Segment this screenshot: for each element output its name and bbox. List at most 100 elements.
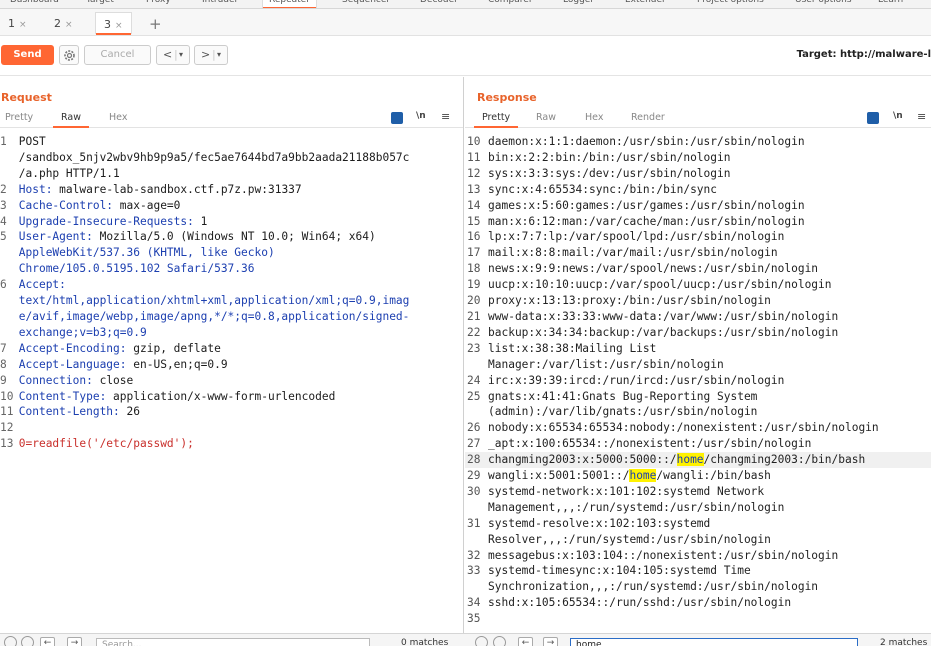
line-number: 2 — [0, 182, 7, 196]
request-title: Request — [1, 91, 52, 104]
line-number: 22 — [467, 325, 481, 339]
line-text: uucp:x:10:10:uucp:/var/spool/uucp:/usr/s… — [488, 278, 832, 292]
line-number: 3 — [0, 198, 7, 212]
actions-icon[interactable] — [867, 112, 879, 124]
request-line: 3 Cache-Control: max-age=0 — [0, 198, 409, 214]
response-search-input[interactable]: home — [570, 638, 858, 646]
tool-tab-comparer[interactable]: Comparer — [482, 0, 539, 8]
response-line: 12 sys:x:3:3:sys:/dev:/usr/sbin/nologin — [465, 166, 931, 182]
header-name: Accept: — [18, 278, 66, 292]
line-text: systemd-timesync:x:104:105:systemd Time — [488, 564, 751, 578]
request-tab-1[interactable]: 1 × — [0, 12, 35, 34]
target-label[interactable]: Target: http://malware-l — [797, 49, 931, 60]
line-text: Manager:/var/list:/usr/sbin/nologin — [488, 357, 724, 371]
line-text: systemd-resolve:x:102:103:systemd — [488, 516, 711, 530]
request-line: exchange;v=b3;q=0.9 — [0, 325, 409, 341]
newline-icon[interactable]: \n — [893, 111, 903, 121]
tab-hex[interactable]: Hex — [109, 112, 127, 123]
close-icon[interactable]: × — [65, 20, 73, 30]
response-line: Resolver,,,:/run/systemd:/usr/sbin/nolog… — [465, 532, 931, 548]
arrow-right-icon[interactable]: → — [67, 637, 82, 646]
newline-icon[interactable]: \n — [416, 111, 426, 121]
send-button[interactable]: Send — [1, 45, 54, 65]
tool-tab-target[interactable]: Target — [80, 0, 120, 8]
line-text: man:x:6:12:man:/var/cache/man:/usr/sbin/… — [488, 214, 805, 228]
tool-tab-user-options[interactable]: User options — [789, 0, 858, 8]
response-line: 27 _apt:x:100:65534::/nonexistent:/usr/sb… — [465, 436, 931, 452]
chevron-down-icon[interactable]: ▾ — [217, 50, 221, 59]
tab-pretty[interactable]: Pretty — [473, 112, 519, 128]
request-line: Chrome/105.0.5195.102 Safari/537.36 — [0, 261, 409, 277]
back-button[interactable]: < | ▾ — [156, 45, 190, 65]
divider: | — [174, 48, 178, 61]
forward-button[interactable]: > | ▾ — [194, 45, 228, 65]
response-line: 29 wangli:x:5001:5001::/home/wangli:/bin/… — [465, 468, 931, 484]
tab-pretty[interactable]: Pretty — [5, 112, 33, 123]
tab-raw[interactable]: Raw — [53, 112, 89, 128]
tab-label: 2 — [54, 17, 61, 30]
tool-tab-proxy[interactable]: Proxy — [140, 0, 177, 8]
line-number: 11 — [467, 150, 481, 164]
line-text: /wangli:/bin/bash — [656, 469, 771, 483]
tool-tab-project-options[interactable]: Project options — [691, 0, 770, 8]
line-number: 12 — [467, 166, 481, 180]
tool-tab-decoder[interactable]: Decoder — [414, 0, 464, 8]
tool-tab-repeater[interactable]: Repeater — [262, 0, 317, 8]
line-number: 24 — [467, 373, 481, 387]
chevron-down-icon[interactable]: ▾ — [179, 50, 183, 59]
tool-tab-learn[interactable]: Learn — [872, 0, 909, 8]
settings-icon[interactable] — [21, 636, 34, 646]
header-name: Connection: — [18, 373, 93, 387]
settings-icon[interactable] — [493, 636, 506, 646]
line-text: www-data:x:33:33:www-data:/var/www:/usr/… — [488, 309, 839, 323]
tool-tab-logger[interactable]: Logger — [557, 0, 600, 8]
settings-button[interactable] — [59, 45, 79, 65]
request-line: 8 Accept-Language: en-US,en;q=0.9 — [0, 357, 409, 373]
request-line: e/avif,image/webp,image/apng,*/*;q=0.8,a… — [0, 309, 410, 325]
header-value: gzip, deflate — [126, 341, 221, 355]
response-line: 15 man:x:6:12:man:/var/cache/man:/usr/sbi… — [465, 214, 931, 230]
menu-icon[interactable]: ≡ — [441, 110, 450, 123]
arrow-right-icon[interactable]: → — [543, 637, 558, 646]
response-line: 31 systemd-resolve:x:102:103:systemd — [465, 516, 931, 532]
help-icon[interactable] — [475, 636, 488, 646]
tool-tabs: Dashboard Target Proxy Intruder Repeater Sequ… — [0, 0, 931, 9]
response-line: 35 — [465, 611, 931, 627]
line-text: mail:x:8:8:mail:/var/mail:/usr/sbin/nolo… — [488, 246, 778, 260]
tool-tab-extender[interactable]: Extender — [619, 0, 672, 8]
actions-icon[interactable] — [391, 112, 403, 124]
tab-render[interactable]: Render — [631, 112, 665, 123]
line-text: e/avif,image/webp,image/apng,*/*;q=0.8,a… — [18, 309, 410, 323]
arrow-left-icon[interactable]: ← — [518, 637, 533, 646]
tab-raw[interactable]: Raw — [536, 112, 556, 123]
menu-icon[interactable]: ≡ — [917, 110, 926, 123]
request-line: 7 Accept-Encoding: gzip, deflate — [0, 341, 409, 357]
add-tab-button[interactable]: + — [149, 15, 162, 33]
request-tab-2[interactable]: 2 × — [46, 12, 81, 34]
cancel-button[interactable]: Cancel — [84, 45, 151, 65]
response-line: 32 messagebus:x:103:104::/nonexistent:/us… — [465, 548, 931, 564]
search-bar: ← → Search... 0 matches ← → home 2 match… — [0, 633, 931, 646]
request-tab-3[interactable]: 3 × — [95, 12, 132, 35]
close-icon[interactable]: × — [19, 20, 27, 30]
tab-hex[interactable]: Hex — [585, 112, 603, 123]
line-number: 15 — [467, 214, 481, 228]
request-editor[interactable]: 1 POST /sandbox_5njv2wbv9hb9p9a5/fec5ae7… — [0, 134, 409, 452]
line-number: 5 — [0, 230, 7, 244]
line-number: 27 — [467, 437, 481, 451]
line-text: messagebus:x:103:104::/nonexistent:/usr/… — [488, 548, 839, 562]
response-line: 26 nobody:x:65534:65534:nobody:/nonexiste… — [465, 420, 931, 436]
line-text: games:x:5:60:games:/usr/games:/usr/sbin/… — [488, 198, 805, 212]
line-text: Management,,,:/run/systemd:/usr/sbin/nol… — [488, 500, 785, 514]
arrow-left-icon[interactable]: ← — [40, 637, 55, 646]
line-number: 9 — [0, 373, 7, 387]
response-viewer[interactable]: 10 daemon:x:1:1:daemon:/usr/sbin:/usr/sbi… — [465, 134, 931, 627]
tool-tab-dashboard[interactable]: Dashboard — [4, 0, 65, 8]
response-line: (admin):/var/lib/gnats:/usr/sbin/nologin — [465, 404, 931, 420]
request-search-input[interactable]: Search... — [96, 638, 370, 646]
help-icon[interactable] — [4, 636, 17, 646]
request-line: 5 User-Agent: Mozilla/5.0 (Windows NT 10… — [0, 229, 409, 245]
tool-tab-intruder[interactable]: Intruder — [196, 0, 244, 8]
tool-tab-sequencer[interactable]: Sequencer — [336, 0, 396, 8]
close-icon[interactable]: × — [115, 21, 123, 31]
